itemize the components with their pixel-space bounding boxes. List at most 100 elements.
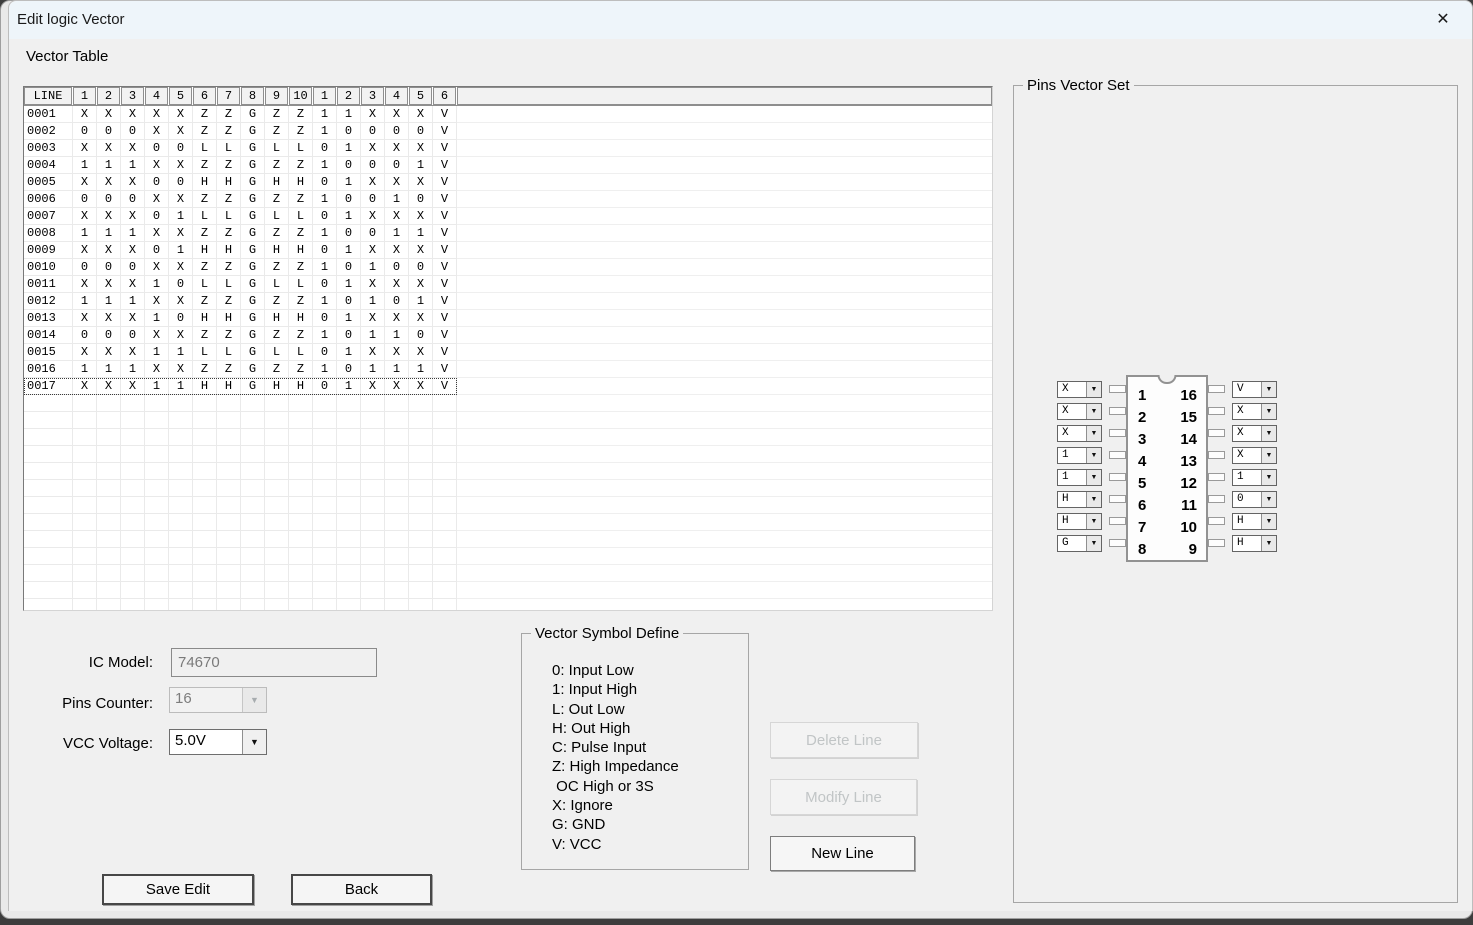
vector-cell: 1 <box>337 208 361 225</box>
table-row[interactable]: 0005XXX00HHGHH01XXXV <box>24 174 992 191</box>
vector-cell: G <box>241 293 265 310</box>
vector-cell <box>193 412 217 429</box>
pin-14-select[interactable]: X▼ <box>1232 425 1277 442</box>
chip-notch-icon <box>1158 375 1177 384</box>
pin-number: 3 <box>1138 432 1146 448</box>
row-cells: 0016111XXZZGZZ10111V <box>24 361 457 378</box>
row-cells: 0014000XXZZGZZ10110V <box>24 327 457 344</box>
table-row[interactable]: 0007XXX01LLGLL01XXXV <box>24 208 992 225</box>
pin-1-select[interactable]: X▼ <box>1057 381 1102 398</box>
pin-stub <box>1109 495 1126 503</box>
pin-16-select[interactable]: V▼ <box>1232 381 1277 398</box>
table-row[interactable]: 0004111XXZZGZZ10001V <box>24 157 992 174</box>
pin-13-select[interactable]: X▼ <box>1232 447 1277 464</box>
vector-cell: Z <box>265 293 289 310</box>
table-row[interactable]: 0016111XXZZGZZ10111V <box>24 361 992 378</box>
table-row[interactable] <box>24 429 992 446</box>
table-row[interactable]: 0015XXX11LLGLL01XXXV <box>24 344 992 361</box>
vector-cell: V <box>433 293 457 310</box>
pin-3-select[interactable]: X▼ <box>1057 425 1102 442</box>
vector-cell: Z <box>289 106 313 123</box>
vector-cell: 1 <box>337 344 361 361</box>
vector-cell: 1 <box>361 259 385 276</box>
new-line-button[interactable]: New Line <box>770 836 915 871</box>
vector-cell: Z <box>193 293 217 310</box>
table-row[interactable] <box>24 395 992 412</box>
vector-cell <box>409 582 433 599</box>
pin-15-select[interactable]: X▼ <box>1232 403 1277 420</box>
back-button[interactable]: Back <box>291 874 432 905</box>
pin-7-select[interactable]: H▼ <box>1057 513 1102 530</box>
table-row[interactable] <box>24 582 992 599</box>
row-cells: 0002000XXZZGZZ10000V <box>24 123 457 140</box>
table-row[interactable]: 0010000XXZZGZZ10100V <box>24 259 992 276</box>
pin-9-select[interactable]: H▼ <box>1232 535 1277 552</box>
vector-cell <box>289 463 313 480</box>
pin-10-select[interactable]: H▼ <box>1232 513 1277 530</box>
table-row[interactable] <box>24 463 992 480</box>
pin-select-value: H <box>1233 514 1261 529</box>
row-filler <box>457 361 992 378</box>
vector-cell: 0 <box>169 310 193 327</box>
pin-select-value: G <box>1058 536 1086 551</box>
table-row[interactable]: 0006000XXZZGZZ10010V <box>24 191 992 208</box>
table-row[interactable] <box>24 412 992 429</box>
table-row[interactable]: 0013XXX10HHGHH01XXXV <box>24 310 992 327</box>
vector-cell: 0 <box>97 327 121 344</box>
pin-select-value: 1 <box>1233 470 1261 485</box>
vector-cell: 1 <box>313 123 337 140</box>
pin-5-select[interactable]: 1▼ <box>1057 469 1102 486</box>
table-row[interactable] <box>24 514 992 531</box>
vector-cell <box>241 429 265 446</box>
vector-cell <box>385 446 409 463</box>
row-filler <box>457 531 992 548</box>
pin-2-select[interactable]: X▼ <box>1057 403 1102 420</box>
pin-4-select[interactable]: 1▼ <box>1057 447 1102 464</box>
table-row[interactable] <box>24 565 992 582</box>
chevron-down-icon: ▼ <box>1261 404 1276 419</box>
table-row[interactable]: 0009XXX01HHGHH01XXXV <box>24 242 992 259</box>
vector-cell: X <box>169 327 193 344</box>
table-row[interactable] <box>24 480 992 497</box>
table-row[interactable] <box>24 599 992 611</box>
table-row[interactable]: 0012111XXZZGZZ10101V <box>24 293 992 310</box>
vector-table[interactable]: LINE12345678910123456 0001XXXXXZZGZZ11XX… <box>23 86 993 611</box>
vector-cell <box>409 395 433 412</box>
vector-cell: 0 <box>121 191 145 208</box>
vector-cell <box>409 446 433 463</box>
table-row[interactable]: 0008111XXZZGZZ10011V <box>24 225 992 242</box>
pin-stub <box>1208 429 1225 437</box>
vector-cell: 1 <box>145 310 169 327</box>
table-row[interactable] <box>24 531 992 548</box>
table-row[interactable]: 0003XXX00LLGLL01XXXV <box>24 140 992 157</box>
table-row[interactable]: 0014000XXZZGZZ10110V <box>24 327 992 344</box>
pin-12-select[interactable]: 1▼ <box>1232 469 1277 486</box>
vector-cell <box>145 480 169 497</box>
header-cell-pin: 1 <box>313 87 336 105</box>
table-row[interactable]: 0011XXX10LLGLL01XXXV <box>24 276 992 293</box>
vcc-voltage-select[interactable]: 5.0V ▼ <box>169 729 267 755</box>
vector-cell <box>121 412 145 429</box>
table-row[interactable]: 0001XXXXXZZGZZ11XXXV <box>24 106 992 123</box>
pin-8-select[interactable]: G▼ <box>1057 535 1102 552</box>
vector-cell: Z <box>193 259 217 276</box>
vector-cell: 0 <box>313 242 337 259</box>
pin-number: 4 <box>1138 454 1146 470</box>
vector-cell: V <box>433 310 457 327</box>
vector-cell <box>169 599 193 611</box>
pin-6-select[interactable]: H▼ <box>1057 491 1102 508</box>
save-edit-button[interactable]: Save Edit <box>102 874 254 905</box>
table-row[interactable]: 0002000XXZZGZZ10000V <box>24 123 992 140</box>
table-row[interactable] <box>24 548 992 565</box>
table-row[interactable]: 0017XXX11HHGHH01XXXV <box>24 378 992 395</box>
vector-cell: 1 <box>313 327 337 344</box>
close-icon[interactable]: ✕ <box>1430 7 1456 33</box>
vector-cell: G <box>241 259 265 276</box>
table-row[interactable] <box>24 497 992 514</box>
table-row[interactable] <box>24 446 992 463</box>
dialog-titlebar[interactable]: Edit logic Vector ✕ <box>9 1 1472 39</box>
pin-stub <box>1208 539 1225 547</box>
pin-11-select[interactable]: 0▼ <box>1232 491 1277 508</box>
vector-cell <box>265 446 289 463</box>
vector-cell: 1 <box>145 276 169 293</box>
